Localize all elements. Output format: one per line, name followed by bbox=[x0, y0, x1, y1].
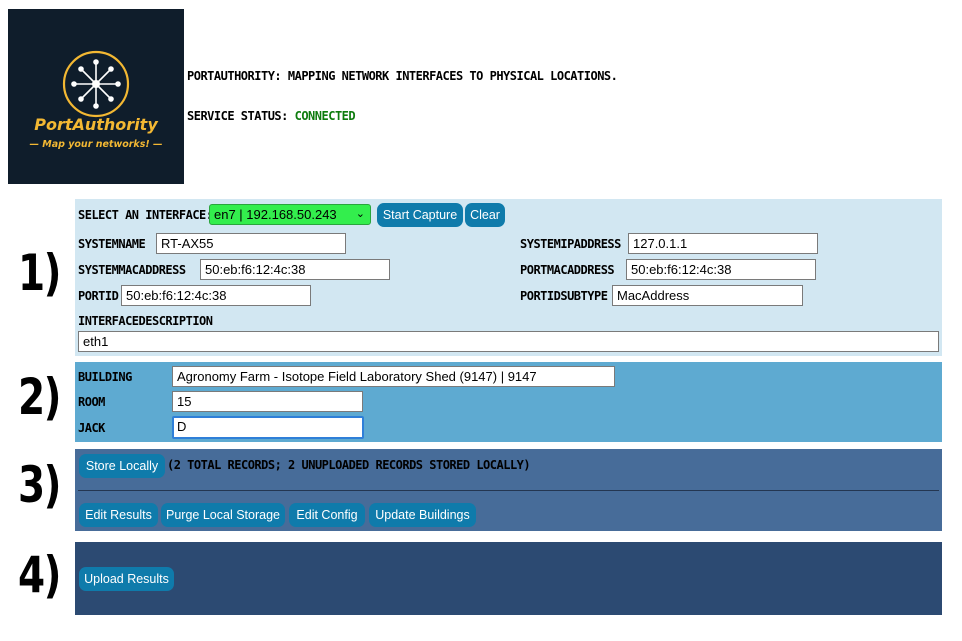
portmacaddress-label: PORTMACADDRESS bbox=[520, 263, 615, 277]
logo-title: PortAuthority bbox=[34, 115, 158, 134]
update-buildings-button[interactable]: Update Buildings bbox=[369, 503, 476, 527]
clear-button[interactable]: Clear bbox=[465, 203, 505, 227]
systemmacaddress-label: SYSTEMMACADDRESS bbox=[78, 263, 186, 277]
portidsubtype-field[interactable]: MacAddress bbox=[612, 285, 803, 306]
jack-field[interactable]: D bbox=[172, 416, 364, 439]
systemname-field[interactable]: RT-AX55 bbox=[156, 233, 346, 254]
network-hub-icon bbox=[62, 50, 130, 118]
step-number-1: 1) bbox=[18, 244, 61, 302]
capture-panel: SELECT AN INTERFACE: en7 | 192.168.50.24… bbox=[75, 199, 942, 356]
app-description: PORTAUTHORITY: MAPPING NETWORK INTERFACE… bbox=[187, 69, 618, 83]
portid-field[interactable]: 50:eb:f6:12:4c:38 bbox=[121, 285, 311, 306]
edit-config-button[interactable]: Edit Config bbox=[289, 503, 365, 527]
storage-panel: Store Locally (2 TOTAL RECORDS; 2 UNUPLO… bbox=[75, 449, 942, 531]
portidsubtype-label: PORTIDSUBTYPE bbox=[520, 289, 608, 303]
logo: PortAuthority — Map your networks! — bbox=[8, 9, 184, 184]
jack-label: JACK bbox=[78, 421, 105, 435]
interfacedescription-field[interactable]: eth1 bbox=[78, 331, 939, 352]
interface-select-value: en7 | 192.168.50.243 bbox=[214, 207, 337, 222]
room-label: ROOM bbox=[78, 395, 105, 409]
portid-label: PORTID bbox=[78, 289, 119, 303]
interface-label: SELECT AN INTERFACE: bbox=[78, 208, 213, 222]
service-status: SERVICE STATUS: CONNECTED bbox=[187, 109, 356, 123]
portmacaddress-field[interactable]: 50:eb:f6:12:4c:38 bbox=[626, 259, 816, 280]
building-field[interactable]: Agronomy Farm - Isotope Field Laboratory… bbox=[172, 366, 615, 387]
upload-results-button[interactable]: Upload Results bbox=[79, 567, 174, 591]
systemname-label: SYSTEMNAME bbox=[78, 237, 146, 251]
purge-local-storage-button[interactable]: Purge Local Storage bbox=[161, 503, 285, 527]
records-count-text: (2 TOTAL RECORDS; 2 UNUPLOADED RECORDS S… bbox=[167, 458, 531, 472]
room-field[interactable]: 15 bbox=[172, 391, 363, 412]
systemmacaddress-field[interactable]: 50:eb:f6:12:4c:38 bbox=[200, 259, 390, 280]
step-number-3: 3) bbox=[18, 456, 61, 514]
step-number-2: 2) bbox=[18, 368, 61, 426]
logo-tagline: — Map your networks! — bbox=[29, 139, 163, 150]
step-number-4: 4) bbox=[18, 546, 61, 604]
service-status-label: SERVICE STATUS: bbox=[187, 109, 288, 123]
interface-select[interactable]: en7 | 192.168.50.243 ⌄ bbox=[209, 204, 371, 225]
systemipaddress-field[interactable]: 127.0.1.1 bbox=[628, 233, 818, 254]
start-capture-button[interactable]: Start Capture bbox=[377, 203, 463, 227]
store-locally-button[interactable]: Store Locally bbox=[79, 454, 165, 478]
chevron-down-icon: ⌄ bbox=[355, 208, 365, 220]
service-status-value: CONNECTED bbox=[294, 109, 356, 123]
location-panel: BUILDING Agronomy Farm - Isotope Field L… bbox=[75, 362, 942, 442]
upload-panel: Upload Results bbox=[75, 542, 942, 615]
edit-results-button[interactable]: Edit Results bbox=[79, 503, 158, 527]
building-label: BUILDING bbox=[78, 370, 132, 384]
systemipaddress-label: SYSTEMIPADDRESS bbox=[520, 237, 621, 251]
interfacedescription-label: INTERFACEDESCRIPTION bbox=[78, 314, 213, 328]
divider bbox=[78, 490, 939, 491]
